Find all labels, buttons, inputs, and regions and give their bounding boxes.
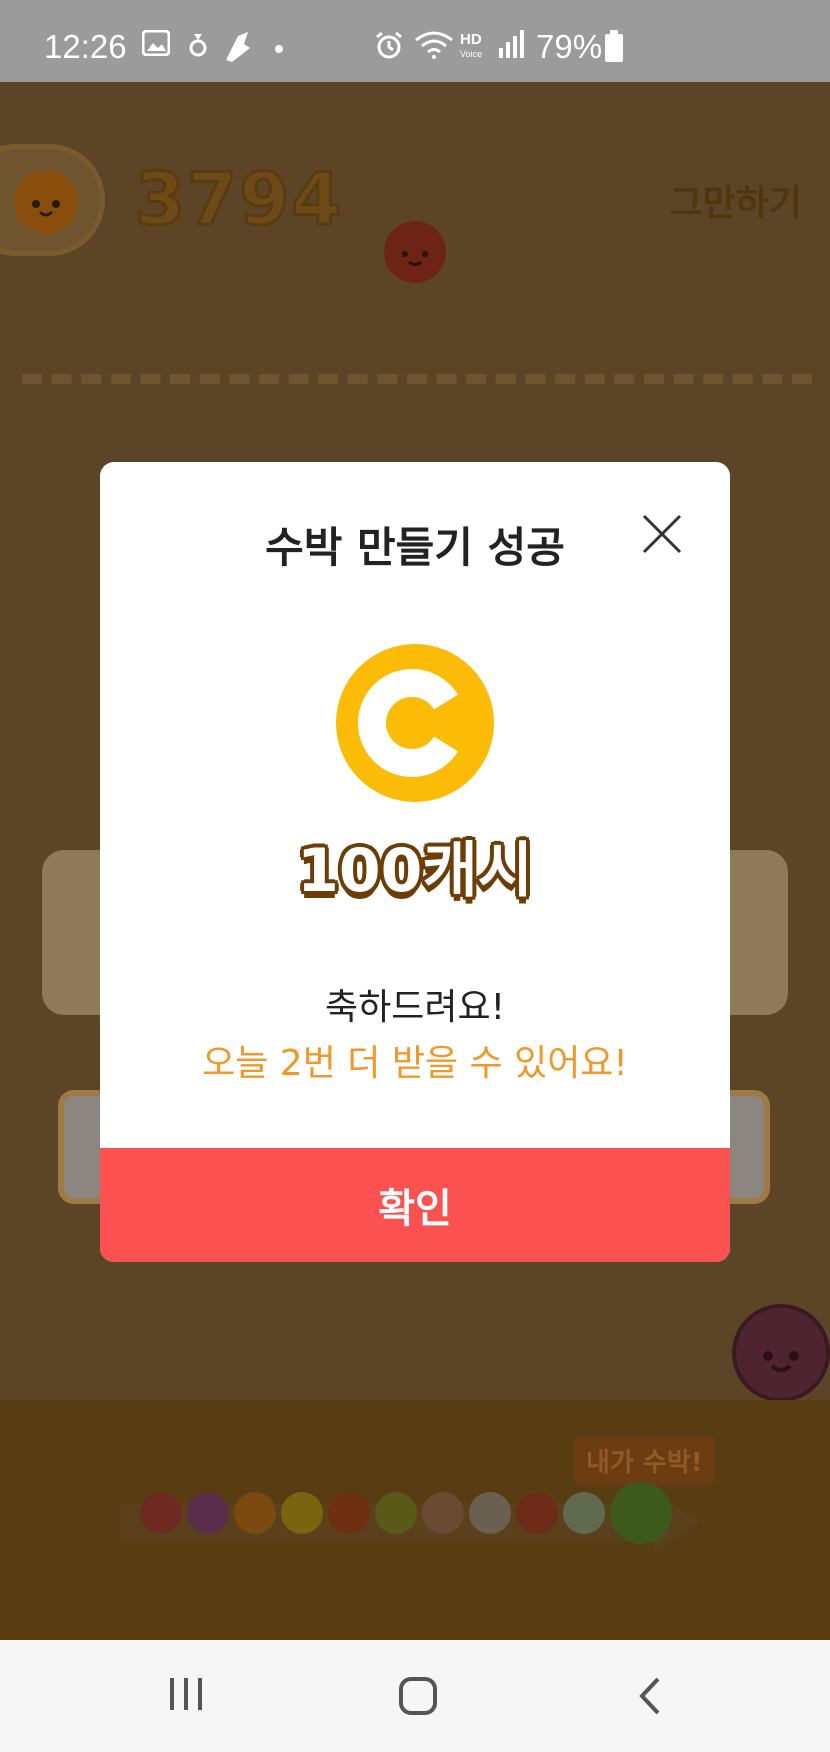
quit-button[interactable]: 그만하기 [670, 174, 802, 226]
watermelon-fruit-icon [610, 1482, 672, 1544]
close-icon[interactable] [640, 512, 684, 556]
falling-fruit-icon [384, 221, 446, 283]
reward-amount: 100캐시 [297, 836, 533, 906]
signal-icon [499, 30, 524, 58]
app-icon [226, 32, 250, 62]
chain-fruit-icon [563, 1492, 605, 1534]
drop-limit-line [22, 374, 812, 384]
chain-fruit-icon [187, 1492, 229, 1534]
chain-fruit-icon [375, 1492, 417, 1534]
chain-fruit-icon [516, 1492, 558, 1534]
svg-text:Voice: Voice [460, 49, 482, 59]
notification-icon [189, 34, 207, 57]
chain-fruit-icon [140, 1492, 182, 1534]
battery-icon [605, 30, 623, 62]
status-bar: 12:26 HD Voice 79% [0, 0, 830, 82]
modal-title: 수박 만들기 성공 [265, 523, 565, 572]
cash-coin-icon [336, 644, 494, 802]
navigation-bar [0, 1640, 830, 1752]
chain-fruit-icon [469, 1492, 511, 1534]
chain-fruit-icon [281, 1492, 323, 1534]
score-value: 3794 [133, 156, 344, 243]
reward-modal: 수박 만들기 성공 100캐시 축하드려요! 오늘 2번 더 받을 수 있어요!… [100, 462, 730, 1262]
back-icon[interactable] [636, 1676, 664, 1716]
hd-voice-icon: HDVoice [460, 31, 482, 59]
orange-fruit-icon [14, 170, 78, 234]
battery-percent: 79% [536, 28, 603, 65]
dot-icon [275, 45, 283, 53]
remaining-count-text: 오늘 2번 더 받을 수 있어요! [202, 1043, 628, 1084]
alarm-icon [376, 31, 402, 59]
home-icon[interactable] [398, 1676, 438, 1716]
wifi-icon [415, 31, 453, 59]
chain-fruit-icon [422, 1492, 464, 1534]
my-watermelon-tag: 내가 수박! [574, 1436, 715, 1485]
confirm-button[interactable]: 확인 [100, 1148, 730, 1262]
chain-fruit-icon [234, 1492, 276, 1534]
gallery-icon [142, 30, 170, 56]
svg-text:HD: HD [460, 31, 482, 48]
congrats-text: 축하드려요! [324, 987, 506, 1028]
chain-fruit-icon [328, 1492, 370, 1534]
status-time: 12:26 [44, 28, 127, 65]
recent-apps-icon[interactable] [168, 1676, 204, 1712]
plum-fruit-icon [732, 1304, 830, 1402]
